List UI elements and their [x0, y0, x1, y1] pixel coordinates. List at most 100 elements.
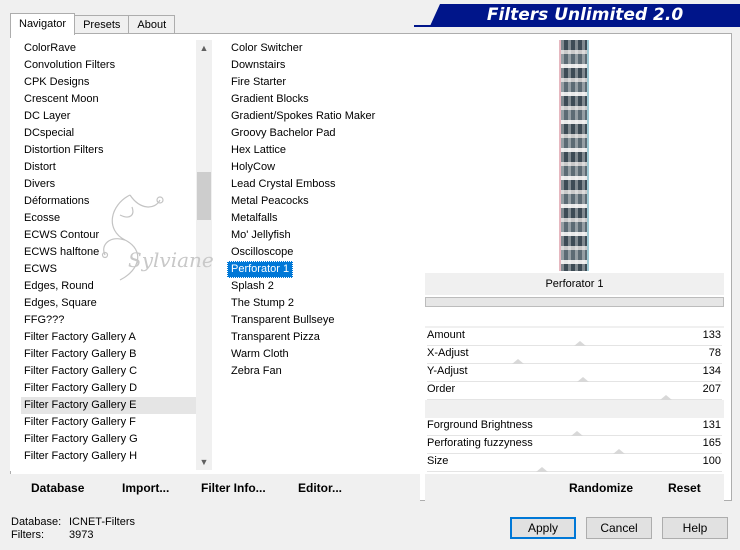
category-item[interactable]: Distortion Filters — [21, 142, 207, 159]
import-button[interactable]: Import... — [122, 481, 169, 495]
category-item[interactable]: Filter Factory Gallery F — [21, 414, 207, 431]
param-value: 165 — [702, 437, 721, 449]
category-item[interactable]: ECWS Contour — [21, 227, 207, 244]
tab-about[interactable]: About — [128, 15, 176, 34]
filter-info-button[interactable]: Filter Info... — [201, 481, 266, 495]
param-label: Perforating fuzzyness — [427, 437, 533, 449]
filter-item[interactable]: Transparent Bullseye — [227, 312, 417, 329]
filter-item[interactable]: Transparent Pizza — [227, 329, 417, 346]
param-value: 133 — [702, 329, 721, 341]
filter-item[interactable]: Zebra Fan — [227, 363, 417, 380]
tab-presets[interactable]: Presets — [74, 15, 130, 34]
filters-value: 3973 — [69, 529, 94, 541]
param-value: 134 — [702, 365, 721, 377]
category-item[interactable]: ColorRave — [21, 40, 207, 57]
filter-item[interactable]: Metal Peacocks — [227, 193, 417, 210]
database-value: ICNET-Filters — [69, 516, 135, 528]
param-slider[interactable]: Forground Brightness 131 — [425, 418, 724, 436]
scroll-down-arrow-icon[interactable]: ▼ — [196, 454, 212, 470]
filter-item[interactable]: Hex Lattice — [227, 142, 417, 159]
param-slider[interactable]: Order 207 — [425, 382, 724, 400]
category-item[interactable]: Crescent Moon — [21, 91, 207, 108]
category-item[interactable]: ECWS halftone — [21, 244, 207, 261]
help-button[interactable]: Help — [662, 517, 728, 539]
param-slider[interactable]: Y-Adjust 134 — [425, 364, 724, 382]
tab-navigator[interactable]: Navigator — [10, 13, 76, 35]
param-value: 78 — [708, 347, 721, 359]
param-label: Y-Adjust — [427, 365, 468, 377]
randomize-button[interactable]: Randomize — [569, 481, 633, 495]
category-item[interactable]: Divers — [21, 176, 207, 193]
filter-item[interactable]: Downstairs — [227, 57, 417, 74]
category-item[interactable]: Filter Factory Gallery A — [21, 329, 207, 346]
filter-item[interactable]: The Stump 2 — [227, 295, 417, 312]
filter-list[interactable]: Color Switcher Downstairs Fire Starter Grad… — [218, 40, 420, 471]
category-item[interactable]: FFG??? — [21, 312, 207, 329]
category-item[interactable]: DCspecial — [21, 125, 207, 142]
category-item[interactable]: Filter Factory Gallery E — [21, 397, 207, 414]
database-label: Database: — [11, 516, 62, 528]
scroll-thumb[interactable] — [197, 172, 211, 220]
list-actions-bar: Database Import... Filter Info... Editor… — [10, 474, 420, 501]
status-info: Database: ICNET-Filters Filters: 3973 — [11, 516, 135, 542]
param-label: Amount — [427, 329, 465, 341]
category-scrollbar[interactable]: ▲ ▼ — [196, 40, 212, 470]
category-list[interactable]: ColorRave Convolution Filters CPK Designs C… — [10, 38, 212, 471]
category-item[interactable]: DC Layer — [21, 108, 207, 125]
category-item[interactable]: Filter Factory Gallery H — [21, 448, 207, 465]
preview-pane — [425, 40, 724, 271]
param-slider[interactable]: Amount 133 — [425, 328, 724, 346]
progress-bar — [425, 297, 724, 307]
current-filter-name: Perforator 1 — [425, 273, 724, 295]
category-item[interactable]: ECWS — [21, 261, 207, 278]
banner-underline — [414, 25, 740, 27]
filter-items: Color Switcher Downstairs Fire Starter Grad… — [227, 40, 417, 380]
filter-item[interactable]: Splash 2 — [227, 278, 417, 295]
slider-track[interactable] — [427, 399, 722, 400]
param-label: Forground Brightness — [427, 419, 533, 431]
filter-item[interactable]: Oscilloscope — [227, 244, 417, 261]
category-item[interactable]: Filter Factory Gallery G — [21, 431, 207, 448]
tab-strip: Navigator Presets About — [10, 13, 176, 35]
param-value: 207 — [702, 383, 721, 395]
slider-thumb[interactable] — [536, 467, 549, 472]
param-label: X-Adjust — [427, 347, 469, 359]
cancel-button[interactable]: Cancel — [586, 517, 652, 539]
category-item[interactable]: Filter Factory Gallery D — [21, 380, 207, 397]
scroll-up-arrow-icon[interactable]: ▲ — [196, 40, 212, 56]
category-item[interactable]: Ecosse — [21, 210, 207, 227]
filter-item[interactable]: Color Switcher — [227, 40, 417, 57]
database-button[interactable]: Database — [31, 481, 84, 495]
param-actions-bar: Randomize Reset — [425, 474, 724, 501]
editor-button[interactable]: Editor... — [298, 481, 342, 495]
category-item[interactable]: Edges, Round — [21, 278, 207, 295]
filter-item[interactable]: HolyCow — [227, 159, 417, 176]
category-item[interactable]: Convolution Filters — [21, 57, 207, 74]
slider-thumb[interactable] — [659, 395, 672, 400]
filter-item[interactable]: Lead Crystal Emboss — [227, 176, 417, 193]
filter-item[interactable]: Metalfalls — [227, 210, 417, 227]
app-banner-title: Filters Unlimited 2.0 — [430, 4, 740, 26]
filter-item[interactable]: Mo' Jellyfish — [227, 227, 417, 244]
category-item[interactable]: Distort — [21, 159, 207, 176]
filter-item[interactable]: Gradient/Spokes Ratio Maker — [227, 108, 417, 125]
category-item[interactable]: Filter Factory Gallery C — [21, 363, 207, 380]
category-item[interactable]: Déformations — [21, 193, 207, 210]
param-value: 100 — [702, 455, 721, 467]
filter-item[interactable]: Fire Starter — [227, 74, 417, 91]
reset-button[interactable]: Reset — [668, 481, 701, 495]
filter-item[interactable]: Groovy Bachelor Pad — [227, 125, 417, 142]
param-slider[interactable]: Size 100 — [425, 454, 724, 472]
slider-track[interactable] — [427, 471, 722, 472]
param-slider[interactable]: X-Adjust 78 — [425, 346, 724, 364]
param-value: 131 — [702, 419, 721, 431]
category-item[interactable]: Edges, Square — [21, 295, 207, 312]
param-label: Order — [427, 383, 456, 395]
filter-item[interactable]: Gradient Blocks — [227, 91, 417, 108]
filter-item[interactable]: Warm Cloth — [227, 346, 417, 363]
filter-item[interactable]: Perforator 1 — [227, 261, 294, 278]
apply-button[interactable]: Apply — [510, 517, 576, 539]
category-item[interactable]: Filter Factory Gallery B — [21, 346, 207, 363]
category-item[interactable]: CPK Designs — [21, 74, 207, 91]
param-slider[interactable]: Perforating fuzzyness 165 — [425, 436, 724, 454]
